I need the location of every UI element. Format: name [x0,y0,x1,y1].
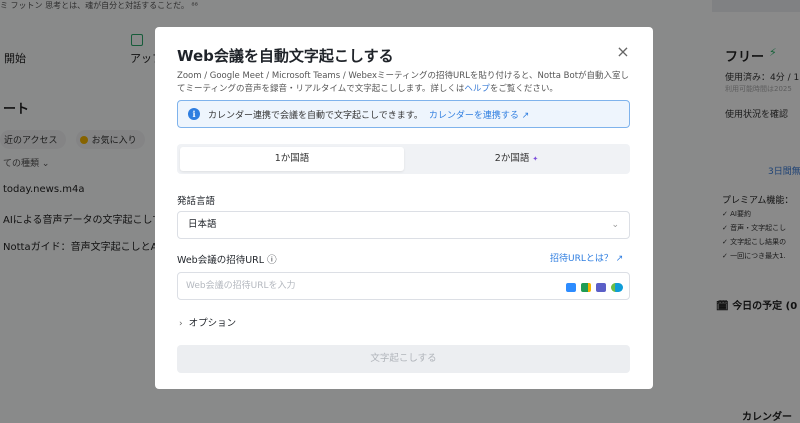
tab-two-language[interactable]: 2か国語 ✦ [406,147,627,171]
language-label: 発話言語 [177,196,216,207]
url-label: Web会議の招待URL ⓘ [177,255,277,266]
meeting-url-input[interactable] [186,276,546,296]
url-field-container [177,272,630,300]
zoom-icon [566,283,576,292]
language-select[interactable]: 日本語 ⌄ [177,211,630,239]
chevron-down-icon: ⌄ [611,220,619,230]
connect-calendar-link[interactable]: カレンダーを連携する ↗ [429,108,529,121]
help-link[interactable]: ヘルプ [464,84,490,94]
modal-description: Zoom / Google Meet / Microsoft Teams / W… [177,71,630,94]
tab-one-language[interactable]: 1か国語 [180,147,404,171]
chevron-right-icon: › [179,319,183,329]
invite-url-help-link[interactable]: 招待URLとは？ ↗ [550,251,623,264]
options-toggle[interactable]: › オプション [179,315,236,329]
info-text: カレンダー連携で会議を自動で文字起こしできます。 [208,110,423,121]
close-icon[interactable]: × [614,43,632,61]
web-meeting-modal: Web会議を自動文字起こしする × Zoom / Google Meet / M… [155,27,653,389]
webex-icon [611,283,623,292]
transcribe-button[interactable]: 文字起こしする [177,345,630,373]
language-mode-toggle: 1か国語 2か国語 ✦ [177,144,630,174]
teams-icon [596,283,606,292]
sparkle-icon: ✦ [532,155,539,163]
google-meet-icon [581,283,591,292]
info-icon: i [188,108,200,120]
language-value: 日本語 [188,219,217,230]
calendar-info-banner: i カレンダー連携で会議を自動で文字起こしできます。 カレンダーを連携する ↗ [177,100,630,128]
modal-title: Web会議を自動文字起こしする [177,47,394,65]
